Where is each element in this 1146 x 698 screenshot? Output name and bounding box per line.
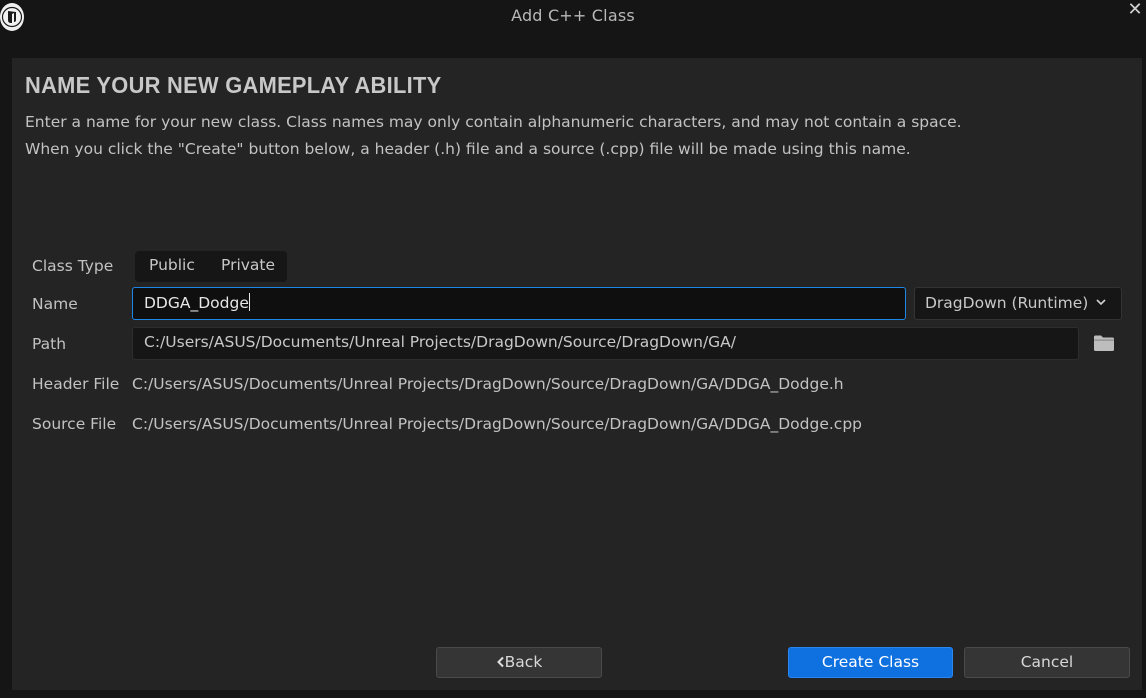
class-type-public-option[interactable]: Public (149, 256, 195, 274)
back-button[interactable]: Back (436, 647, 602, 678)
create-class-button-label: Create Class (821, 653, 920, 671)
chevron-left-icon (496, 656, 504, 668)
class-name-value: DDGA_Dodge (144, 294, 249, 312)
path-input[interactable]: C:/Users/ASUS/Documents/Unreal Projects/… (132, 327, 1079, 360)
class-type-private-option[interactable]: Private (221, 256, 275, 274)
folder-icon[interactable] (1093, 334, 1115, 352)
name-label: Name (32, 295, 78, 313)
class-type-toggle: Public Private (135, 251, 287, 282)
source-file-path: C:/Users/ASUS/Documents/Unreal Projects/… (132, 415, 862, 433)
close-icon[interactable]: ✕ (1124, 0, 1146, 22)
header-file-label: Header File (32, 375, 120, 393)
text-caret (248, 293, 250, 311)
page-title: NAME YOUR NEW GAMEPLAY ABILITY (25, 72, 442, 98)
module-dropdown[interactable]: DragDown (Runtime) (914, 287, 1122, 320)
window-title: Add C++ Class (511, 6, 635, 25)
path-label: Path (32, 335, 67, 353)
cancel-button-label: Cancel (1020, 653, 1074, 671)
class-type-label: Class Type (32, 257, 114, 275)
cancel-button[interactable]: Cancel (964, 647, 1130, 678)
header-file-path: C:/Users/ASUS/Documents/Unreal Projects/… (132, 375, 844, 393)
path-value: C:/Users/ASUS/Documents/Unreal Projects/… (144, 333, 737, 351)
description-line-1: Enter a name for your new class. Class n… (25, 113, 962, 131)
source-file-label: Source File (32, 415, 117, 433)
chevron-down-icon (1096, 299, 1106, 306)
create-class-button[interactable]: Create Class (788, 647, 953, 678)
description-line-2: When you click the "Create" button below… (25, 140, 911, 158)
title-bar: Add C++ Class ✕ (0, 0, 1146, 42)
module-dropdown-value: DragDown (Runtime) (925, 294, 1089, 312)
class-name-input[interactable]: DDGA_Dodge (132, 287, 906, 320)
back-button-label: Back (504, 653, 543, 671)
dialog-panel: NAME YOUR NEW GAMEPLAY ABILITY Enter a n… (12, 58, 1142, 690)
